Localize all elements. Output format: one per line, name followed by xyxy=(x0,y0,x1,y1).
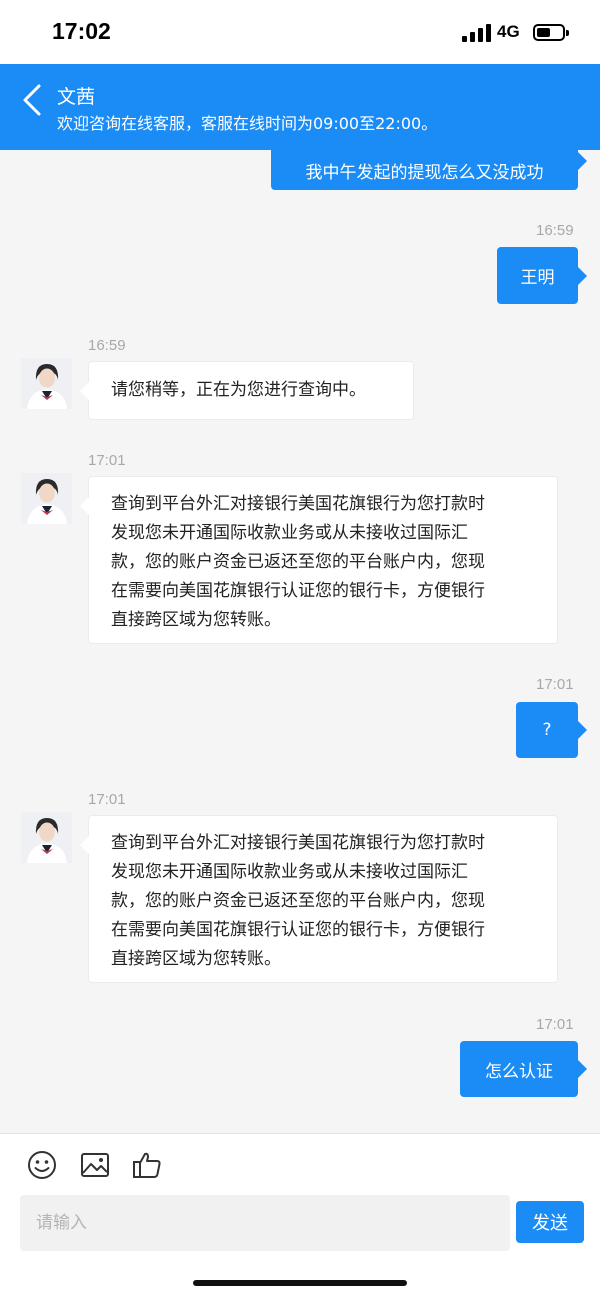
send-button[interactable]: 发送 xyxy=(516,1201,584,1243)
message-line: 直接跨区域为您转账。 xyxy=(111,610,281,630)
battery-icon xyxy=(533,24,569,41)
composer-area: 发送 xyxy=(0,1133,600,1299)
outgoing-message[interactable]: 怎么认证 xyxy=(460,1041,587,1097)
thumbs-up-icon[interactable] xyxy=(131,1149,163,1181)
message-time: 17:01 xyxy=(536,676,574,693)
message-line: 直接跨区域为您转账。 xyxy=(111,949,281,969)
agent-name: 文茜 xyxy=(57,86,96,108)
emoji-icon[interactable] xyxy=(26,1149,58,1181)
home-indicator xyxy=(193,1280,407,1286)
back-arrow-icon[interactable] xyxy=(18,82,48,118)
service-hours-notice: 欢迎咨询在线客服，客服在线时间为09:00至22:00。 xyxy=(57,114,438,133)
message-text: 怎么认证 xyxy=(485,1061,553,1082)
agent-avatar xyxy=(21,358,72,409)
message-line: 发现您未开通国际收款业务或从未接收过国际汇 xyxy=(111,523,468,543)
message-time: 16:59 xyxy=(536,222,574,239)
message-line: 在需要向美国花旗银行认证您的银行卡，方便银行 xyxy=(111,920,485,940)
status-bar: 17:02 4G xyxy=(0,0,600,64)
incoming-message[interactable]: 查询到平台外汇对接银行美国花旗银行为您打款时 发现您未开通国际收款业务或从未接收… xyxy=(80,815,558,983)
outgoing-message[interactable]: 王明 xyxy=(497,247,587,304)
network-label: 4G xyxy=(497,22,520,41)
agent-avatar xyxy=(21,473,72,524)
message-line: 查询到平台外汇对接银行美国花旗银行为您打款时 xyxy=(111,494,485,514)
status-time: 17:02 xyxy=(52,18,111,44)
message-line: 请您稍等，正在为您进行查询中。 xyxy=(111,380,366,400)
incoming-message[interactable]: 查询到平台外汇对接银行美国花旗银行为您打款时 发现您未开通国际收款业务或从未接收… xyxy=(80,476,558,644)
signal-icon xyxy=(462,24,492,42)
agent-avatar xyxy=(21,812,72,863)
message-input[interactable] xyxy=(20,1195,510,1251)
image-icon[interactable] xyxy=(79,1149,111,1181)
message-line: 发现您未开通国际收款业务或从未接收过国际汇 xyxy=(111,862,468,882)
message-text: 王明 xyxy=(520,268,555,288)
message-time: 16:59 xyxy=(88,337,126,354)
battery-level xyxy=(537,28,550,37)
message-line: 查询到平台外汇对接银行美国花旗银行为您打款时 xyxy=(111,833,485,853)
message-line: 在需要向美国花旗银行认证您的银行卡，方便银行 xyxy=(111,581,485,601)
message-time: 17:01 xyxy=(536,1016,574,1033)
outgoing-message[interactable]: 我中午发起的提现怎么又没成功 xyxy=(271,132,587,190)
message-time: 17:01 xyxy=(88,452,126,469)
message-time: 17:01 xyxy=(88,791,126,808)
message-text: 我中午发起的提现怎么又没成功 xyxy=(305,162,544,183)
message-line: 款，您的账户资金已返还至您的平台账户内，您现 xyxy=(111,552,485,572)
incoming-message[interactable]: 请您稍等，正在为您进行查询中。 xyxy=(80,361,414,420)
message-line: 款，您的账户资金已返还至您的平台账户内，您现 xyxy=(111,891,485,911)
message-text: ? xyxy=(542,720,552,740)
outgoing-message[interactable]: ? xyxy=(516,702,587,758)
